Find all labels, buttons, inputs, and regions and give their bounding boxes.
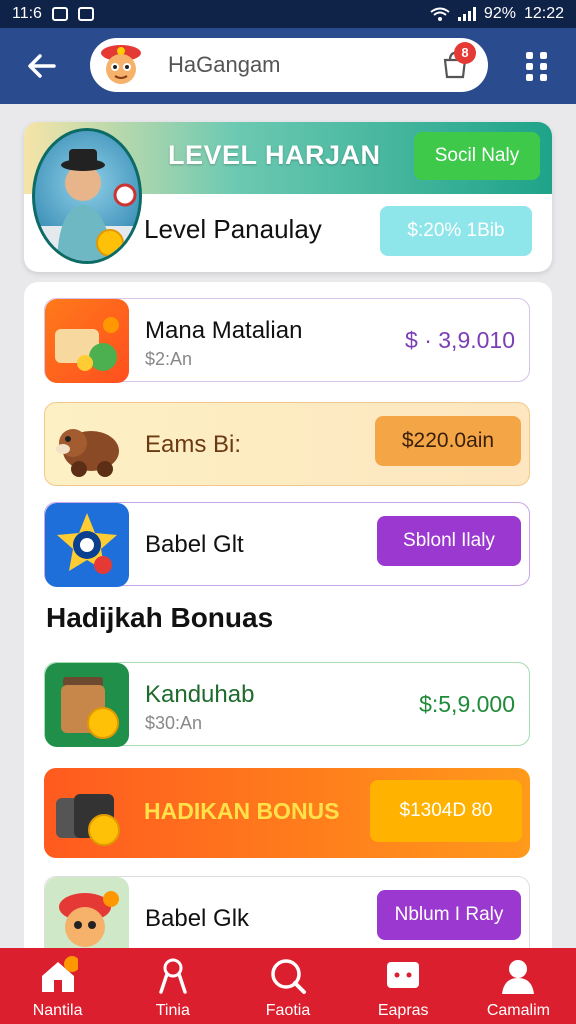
user-avatar bbox=[32, 128, 142, 264]
item-title: Babel Glk bbox=[145, 905, 250, 932]
level-title: LEVEL HARJAN bbox=[168, 140, 381, 170]
level-action-button[interactable]: Socil Naly bbox=[414, 132, 540, 180]
item-title: Eams Bi: bbox=[145, 431, 242, 458]
section-title: Hadijkah Bonuas bbox=[46, 602, 274, 633]
treasure-jar-icon bbox=[45, 663, 129, 747]
badge-star-icon bbox=[45, 503, 129, 587]
battery-percent: 92% bbox=[483, 5, 516, 22]
bonus-title: HADIKAN BONUS bbox=[144, 798, 340, 824]
camera-coin-icon bbox=[44, 768, 128, 858]
nav-label: Tinia bbox=[155, 1002, 190, 1019]
nav-home[interactable]: Nantila bbox=[0, 948, 115, 1024]
item-claim-button[interactable]: $220.0ain bbox=[375, 416, 521, 466]
level-subtitle: Level Panaulay bbox=[144, 214, 322, 244]
back-button[interactable] bbox=[24, 48, 60, 84]
item-action-button[interactable]: Nblum I Raly bbox=[377, 890, 521, 940]
list-item[interactable]: Mana Matalian $2:An $ · 3,9.010 bbox=[44, 298, 530, 383]
item-price: $ · 3,9.010 bbox=[405, 327, 515, 353]
nav-label: Camalim bbox=[486, 1002, 550, 1019]
list-item[interactable]: Babel Glt Sblonl Ilaly bbox=[44, 502, 530, 587]
item-title: Mana Matalian bbox=[145, 317, 303, 344]
status-time: 11:6 bbox=[12, 5, 42, 22]
food-icon bbox=[45, 299, 129, 383]
chat-icon bbox=[387, 962, 420, 988]
bottom-nav: Nantila Tinia Faotia Eapras Camalim bbox=[0, 948, 576, 1024]
app-header: HaGangam 8 bbox=[0, 28, 576, 104]
item-subtitle: $30:An bbox=[145, 713, 203, 733]
nav-profile[interactable]: Camalim bbox=[461, 948, 576, 1024]
nav-chat[interactable]: Eapras bbox=[346, 948, 461, 1024]
cart-button[interactable]: 8 bbox=[440, 42, 476, 80]
search-input[interactable]: HaGangam bbox=[168, 38, 281, 92]
nav-label: Eapras bbox=[377, 1002, 429, 1019]
bonus-banner[interactable]: HADIKAN BONUS $1304D 80 bbox=[44, 768, 530, 858]
level-reward-pill[interactable]: $:20% 1Bib bbox=[380, 206, 532, 256]
search-icon bbox=[271, 959, 306, 994]
nav-label: Faotia bbox=[265, 1002, 311, 1019]
arrow-left-icon bbox=[28, 54, 56, 78]
search-bar[interactable]: HaGangam 8 bbox=[90, 38, 488, 92]
list-item[interactable]: Eams Bi: $220.0ain bbox=[44, 402, 530, 486]
cart-badge: 8 bbox=[454, 42, 476, 64]
profile-icon bbox=[502, 960, 535, 994]
item-action-button[interactable]: Sblonl Ilaly bbox=[377, 516, 521, 566]
mascot-icon bbox=[101, 45, 141, 84]
status-clock: 12:22 bbox=[523, 5, 564, 22]
bonus-claim-button[interactable]: $1304D 80 bbox=[370, 780, 522, 842]
signal-icon bbox=[457, 7, 476, 21]
nav-search[interactable]: Faotia bbox=[230, 948, 345, 1024]
nav-label: Nantila bbox=[32, 1002, 83, 1019]
item-price: $:5,9.000 bbox=[419, 691, 515, 717]
list-item[interactable]: Kanduhab $30:An $:5,9.000 bbox=[44, 662, 530, 747]
notification-icon bbox=[51, 7, 68, 21]
beaver-icon bbox=[45, 403, 129, 487]
item-subtitle: $2:An bbox=[145, 349, 193, 369]
ribbon-icon bbox=[159, 958, 187, 994]
item-title: Babel Glt bbox=[145, 531, 244, 558]
home-icon bbox=[41, 956, 78, 992]
item-title: Kanduhab bbox=[145, 681, 255, 708]
wifi-icon bbox=[430, 7, 450, 21]
status-bar: 11:6 92% 12:22 bbox=[0, 0, 576, 28]
grid-menu-button[interactable] bbox=[526, 52, 550, 81]
message-icon bbox=[77, 7, 94, 21]
level-card: LEVEL HARJAN Socil Naly Level Panaulay $… bbox=[24, 122, 552, 272]
nav-ribbon[interactable]: Tinia bbox=[115, 948, 230, 1024]
offers-card: Mana Matalian $2:An $ · 3,9.010 Eams Bi:… bbox=[24, 282, 552, 982]
